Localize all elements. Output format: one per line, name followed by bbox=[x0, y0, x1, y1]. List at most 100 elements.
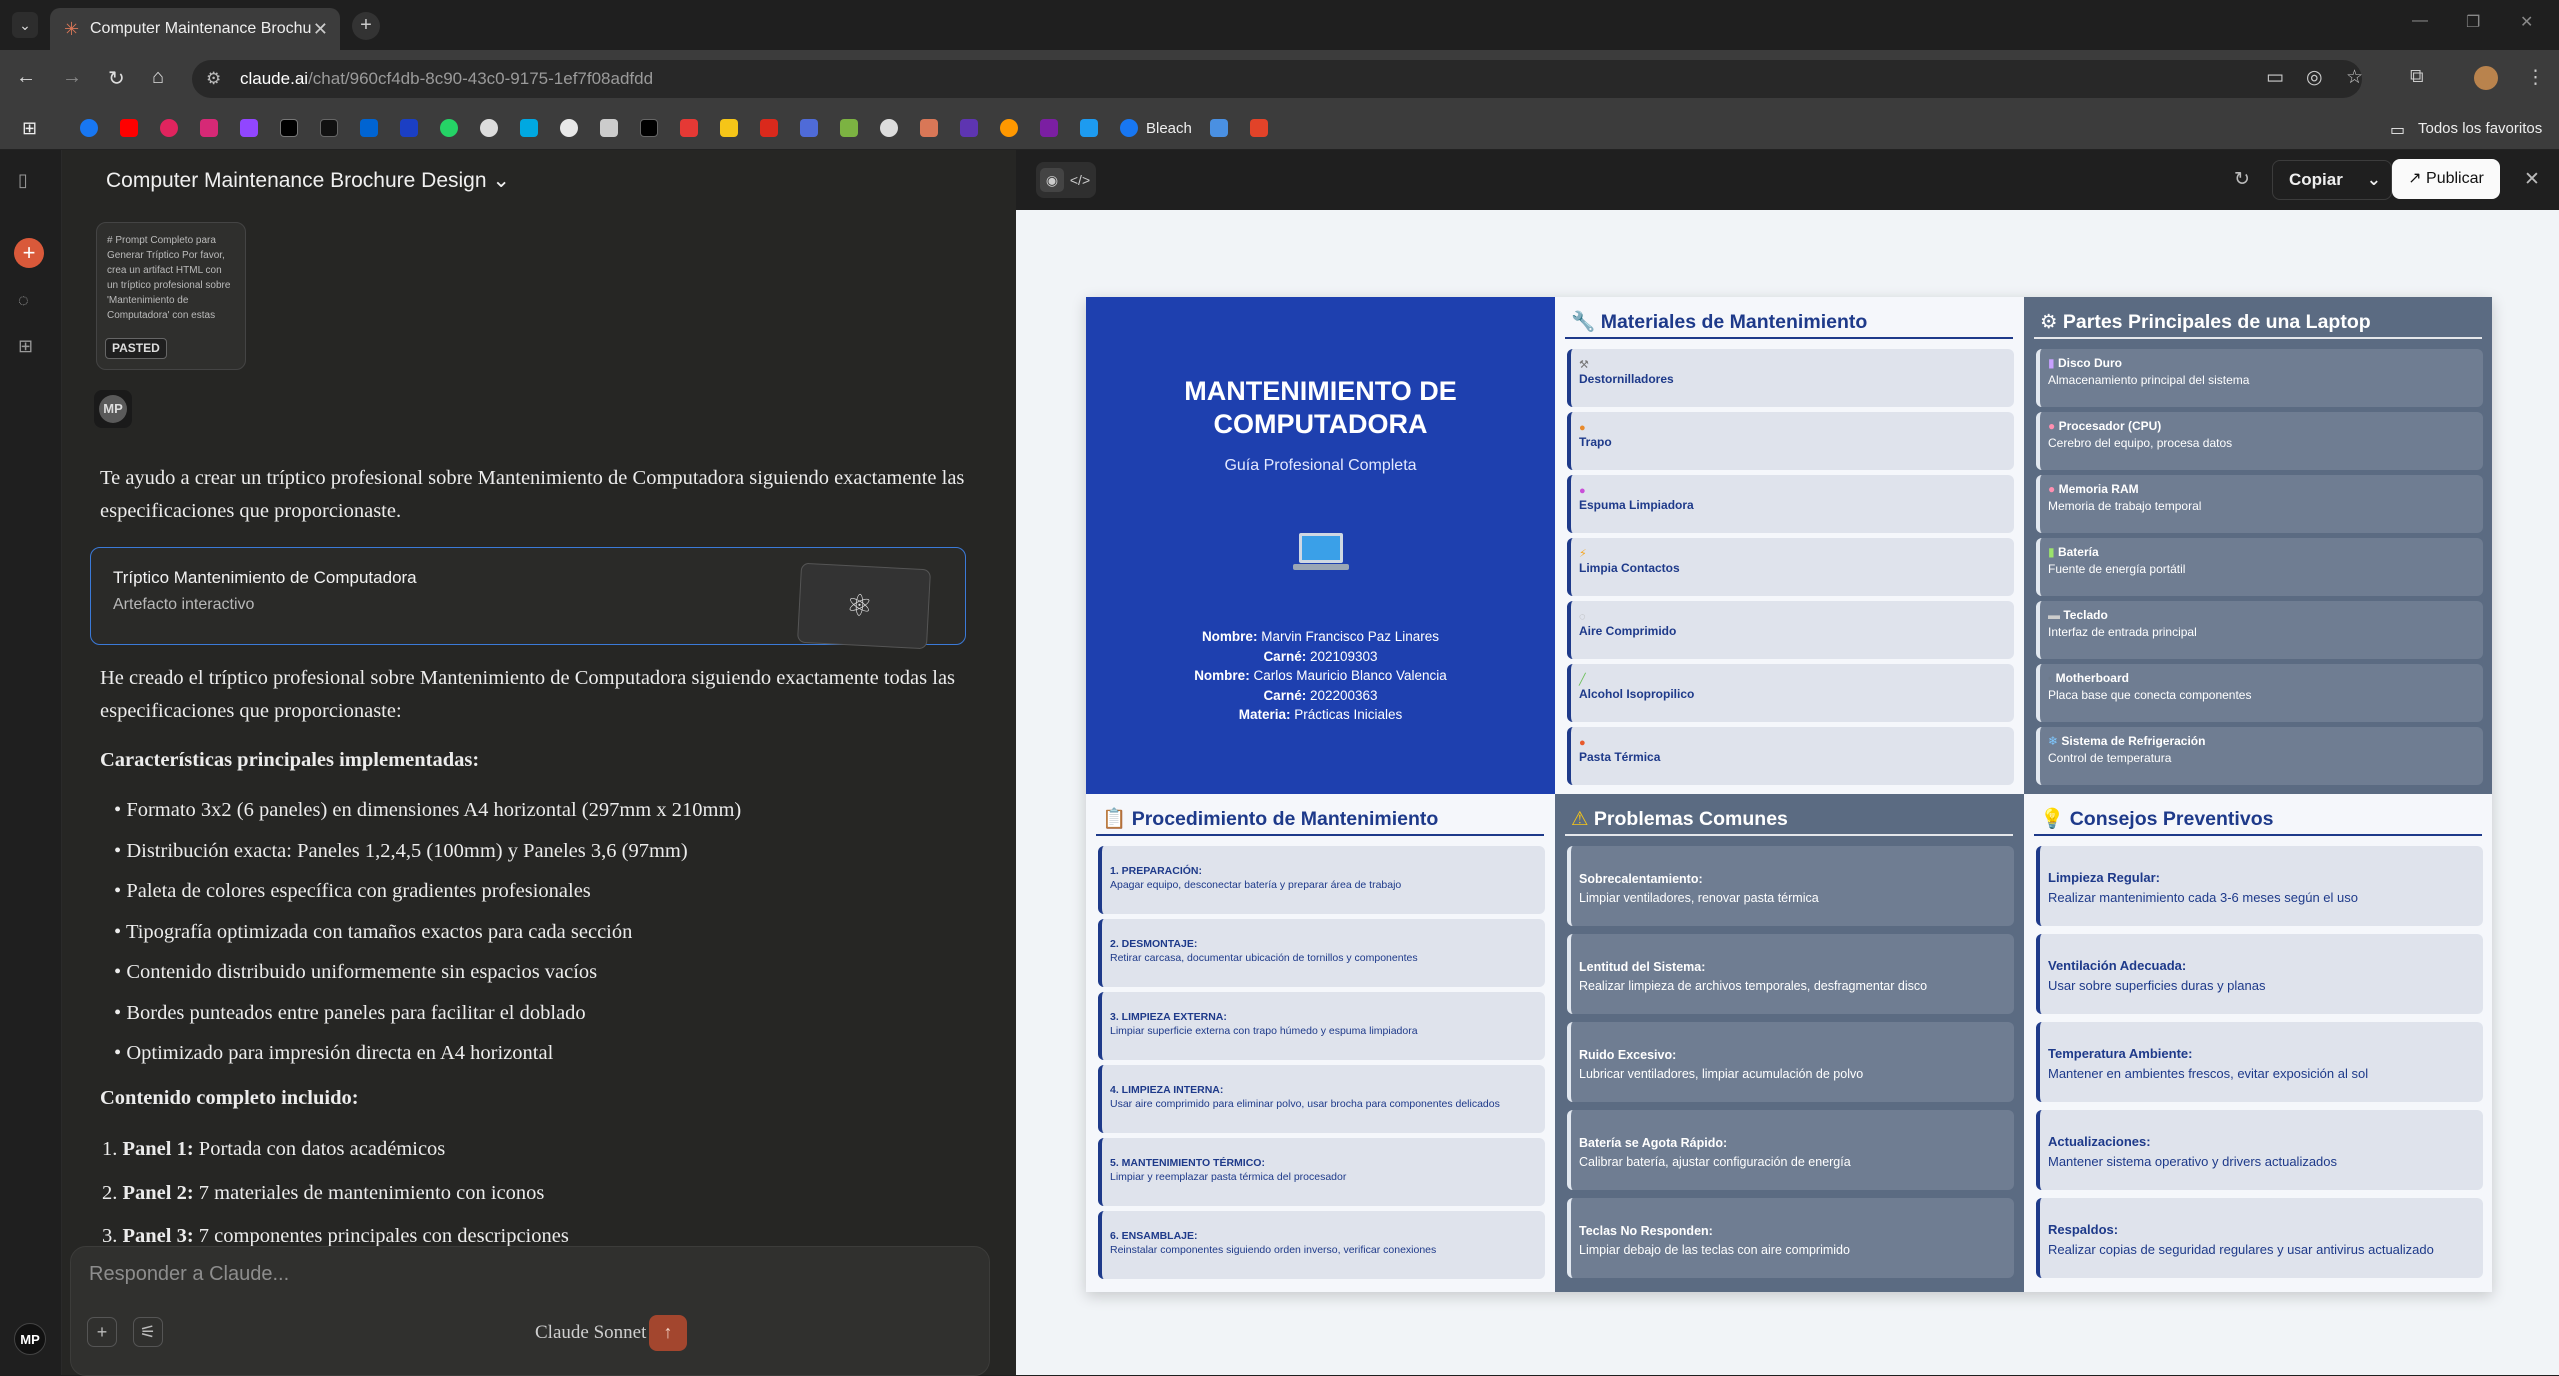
refresh-icon[interactable]: ↻ bbox=[2234, 168, 2250, 191]
url-bar[interactable]: ⚙ claude.ai/chat/960cf4db-8c90-43c0-9175… bbox=[192, 60, 2362, 98]
bookmark-icon[interactable] bbox=[680, 119, 698, 137]
music-bookmark-icon[interactable] bbox=[160, 119, 178, 137]
bookmark-icon[interactable] bbox=[1000, 119, 1018, 137]
laptop-icon bbox=[1293, 533, 1349, 570]
sidebar-toggle-icon[interactable]: ▯ bbox=[18, 170, 28, 191]
facebook-bookmark-icon[interactable] bbox=[80, 119, 98, 137]
url-host: claude.ai bbox=[240, 69, 309, 88]
extensions-icon[interactable]: ⧉ bbox=[2410, 66, 2424, 88]
bookmark-icon[interactable] bbox=[400, 119, 418, 137]
parts-panel: ⚙ Partes Principales de una Laptop ▮ Dis… bbox=[2024, 297, 2492, 794]
restore-icon[interactable]: ❐ bbox=[2466, 12, 2480, 32]
reply-input[interactable]: Responder a Claude... bbox=[89, 1263, 289, 1286]
reload-icon[interactable]: ↻ bbox=[108, 66, 125, 91]
cloth-icon: ● bbox=[1579, 422, 1586, 434]
code-icon[interactable]: </> bbox=[1068, 168, 1092, 192]
ram-icon: ● bbox=[2048, 482, 2056, 496]
instagram-bookmark-icon[interactable] bbox=[200, 119, 218, 137]
bookmark-icon[interactable] bbox=[880, 119, 898, 137]
home-icon[interactable]: ⌂ bbox=[152, 66, 164, 89]
chevron-down-icon[interactable]: ⌄ bbox=[2367, 161, 2381, 199]
artifact-card[interactable]: Tríptico Mantenimiento de Computadora Ar… bbox=[90, 547, 966, 650]
gitlab-bookmark-icon[interactable] bbox=[1250, 119, 1268, 137]
forward-icon[interactable]: → bbox=[62, 66, 82, 89]
tiktok-bookmark-icon[interactable] bbox=[320, 119, 338, 137]
publish-button[interactable]: ↗ Publicar bbox=[2392, 159, 2500, 199]
tip-item: Limpieza Regular: Realizar mantenimiento … bbox=[2036, 846, 2483, 926]
x-bookmark-icon[interactable] bbox=[280, 119, 298, 137]
facebook-bookmark-icon[interactable] bbox=[1120, 119, 1138, 137]
bookmark-icon[interactable] bbox=[360, 119, 378, 137]
active-tab[interactable]: ✳ Computer Maintenance Brochu ✕ bbox=[50, 8, 340, 50]
browser-menu-icon[interactable]: ⋮ bbox=[2526, 66, 2545, 89]
bookmark-icon[interactable] bbox=[1210, 119, 1228, 137]
reply-box[interactable]: Responder a Claude... + ⚟ Claude Sonnet … bbox=[70, 1246, 990, 1376]
cover-panel: MANTENIMIENTO DE COMPUTADORA Guía Profes… bbox=[1086, 297, 1555, 794]
panel-title: ⚠ Problemas Comunes bbox=[1565, 802, 2013, 836]
bookmark-icon[interactable] bbox=[560, 119, 578, 137]
cast-icon[interactable]: ▭ bbox=[2266, 66, 2284, 89]
bookmark-icon[interactable] bbox=[480, 119, 498, 137]
material-item: ● Pasta Térmica bbox=[1567, 727, 2014, 785]
foam-icon: ● bbox=[1579, 485, 1586, 497]
chats-icon[interactable]: ◌ bbox=[18, 290, 29, 311]
url-path: /chat/960cf4db-8c90-43c0-9175-1ef7f08adf… bbox=[308, 69, 654, 88]
whatsapp-bookmark-icon[interactable] bbox=[440, 119, 458, 137]
bookmark-icon[interactable] bbox=[600, 119, 618, 137]
preview-eye-icon[interactable]: ◉ bbox=[1040, 168, 1064, 192]
twitch-bookmark-icon[interactable] bbox=[240, 119, 258, 137]
bookmark-icon[interactable] bbox=[520, 119, 538, 137]
bookmark-icon[interactable] bbox=[1040, 119, 1058, 137]
material-item: ⚡ Limpia Contactos bbox=[1567, 538, 2014, 596]
browser-tab-bar: ⌄ ✳ Computer Maintenance Brochu ✕ + — ❐ … bbox=[0, 0, 2559, 50]
folder-icon: ▭ bbox=[2390, 122, 2406, 139]
bookmark-icon[interactable] bbox=[640, 119, 658, 137]
bookmark-icon[interactable] bbox=[840, 119, 858, 137]
add-attachment-button[interactable]: + bbox=[87, 1317, 117, 1347]
list-item: Distribución exacta: Paneles 1,2,4,5 (10… bbox=[126, 831, 986, 872]
student-data: Nombre: Marvin Francisco Paz Linares Car… bbox=[1086, 627, 1555, 725]
features-list: Formato 3x2 (6 paneles) en dimensiones A… bbox=[126, 790, 986, 1074]
procedure-step: 1. PREPARACIÓN: Apagar equipo, desconecta… bbox=[1098, 846, 1545, 914]
chat-title-dropdown[interactable]: Computer Maintenance Brochure Design ⌄ bbox=[106, 168, 510, 193]
bookmarks-bar: ⊞ Bleach ▭ Todos los favoritos bbox=[0, 108, 2559, 150]
user-avatar[interactable]: MP bbox=[14, 1323, 46, 1355]
apps-grid-icon[interactable]: ⊞ bbox=[22, 118, 37, 139]
view-toggle[interactable]: ◉ </> bbox=[1036, 162, 1096, 198]
copy-button[interactable]: Copiar ⌄ bbox=[2272, 160, 2392, 200]
all-bookmarks[interactable]: Todos los favoritos bbox=[2418, 120, 2542, 137]
bookmark-icon[interactable] bbox=[800, 119, 818, 137]
assistant-message: He creado el tríptico profesional sobre … bbox=[100, 667, 956, 722]
site-info-icon[interactable]: ⚙ bbox=[206, 60, 221, 98]
window-close-icon[interactable]: ✕ bbox=[2520, 12, 2533, 32]
atom-icon: ⚛ bbox=[845, 589, 874, 624]
claude-bookmark-icon[interactable] bbox=[920, 119, 938, 137]
procedure-step: 5. MANTENIMIENTO TÉRMICO: Limpiar y reemp… bbox=[1098, 1138, 1545, 1206]
projects-icon[interactable]: ⊞ bbox=[18, 336, 33, 357]
bookmark-icon[interactable] bbox=[960, 119, 978, 137]
lightbulb-icon: 💡 bbox=[2040, 808, 2065, 830]
assistant-message: Te ayudo a crear un tríptico profesional… bbox=[100, 467, 965, 522]
new-chat-button[interactable]: + bbox=[14, 238, 44, 268]
bookmark-star-icon[interactable]: ☆ bbox=[2346, 66, 2363, 89]
send-button[interactable]: ↑ bbox=[649, 1315, 687, 1351]
procedure-panel: 📋 Procedimiento de Mantenimiento 1. PREP… bbox=[1086, 794, 1555, 1292]
procedure-step: 4. LIMPIEZA INTERNA: Usar aire comprimido… bbox=[1098, 1065, 1545, 1133]
tab-search-button[interactable]: ⌄ bbox=[12, 12, 38, 38]
profile-avatar[interactable] bbox=[2474, 66, 2498, 90]
back-icon[interactable]: ← bbox=[16, 66, 36, 89]
bookmark-icon[interactable] bbox=[1080, 119, 1098, 137]
bookmark-icon[interactable] bbox=[720, 119, 738, 137]
mcdonalds-bookmark-icon[interactable] bbox=[760, 119, 778, 137]
battery-icon: ▮ bbox=[2048, 545, 2055, 559]
youtube-bookmark-icon[interactable] bbox=[120, 119, 138, 137]
close-icon[interactable]: ✕ bbox=[2524, 168, 2540, 191]
close-tab-icon[interactable]: ✕ bbox=[313, 8, 328, 50]
user-avatar: MP bbox=[94, 390, 132, 428]
minimize-icon[interactable]: — bbox=[2412, 12, 2428, 30]
new-tab-button[interactable]: + bbox=[352, 12, 380, 40]
pasted-content-card[interactable]: # Prompt Completo para Generar Tríptico … bbox=[96, 222, 246, 370]
eye-off-icon[interactable]: ◎ bbox=[2306, 66, 2323, 89]
tools-button[interactable]: ⚟ bbox=[133, 1317, 163, 1347]
bookmark-bleach[interactable]: Bleach bbox=[1146, 120, 1192, 137]
